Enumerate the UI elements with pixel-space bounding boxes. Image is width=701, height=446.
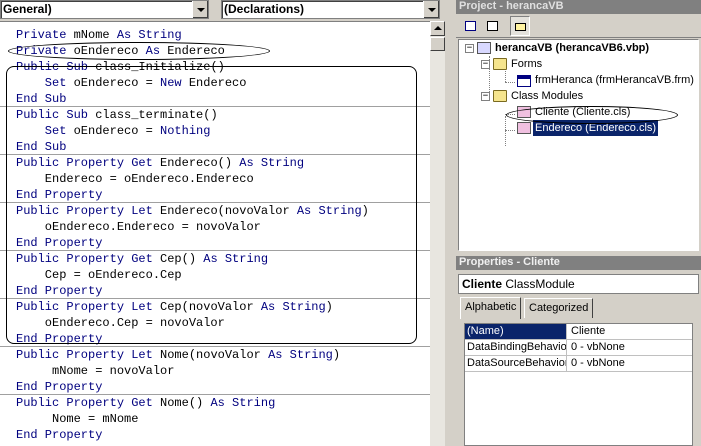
code-keyword: As String [210, 396, 276, 410]
property-name: DataBindingBehavior [467, 340, 567, 355]
property-value[interactable]: 0 - vbNone [569, 356, 692, 371]
code-text: Nome = mNome [16, 412, 139, 426]
property-value[interactable]: Cliente [569, 324, 692, 339]
tab-categorized[interactable]: Categorized [524, 298, 594, 318]
object-combo[interactable]: General) [0, 0, 209, 19]
project-explorer: Project - herancaVB − herancaVB (heranca… [456, 0, 701, 253]
scroll-up-arrow-icon[interactable] [430, 21, 445, 36]
property-name: (Name) [465, 324, 567, 339]
code-text: mNome = novoValor [16, 364, 175, 378]
code-keyword: Public Property Let [16, 348, 161, 362]
tree-guide [505, 82, 515, 83]
collapse-toggle[interactable]: − [481, 60, 490, 69]
tab-alphabetic[interactable]: Alphabetic [460, 297, 522, 319]
chevron-down-icon[interactable] [192, 1, 208, 18]
view-code-icon [465, 21, 476, 31]
vertical-scrollbar[interactable] [430, 21, 445, 446]
procedure-combo-value: (Declarations) [224, 2, 305, 16]
code-keyword: Private [16, 28, 74, 42]
property-value[interactable]: 0 - vbNone [569, 340, 692, 355]
object-name: Cliente [462, 277, 503, 291]
property-row[interactable]: DataBindingBehavior 0 - vbNone [465, 340, 692, 356]
folder-icon [493, 58, 507, 70]
collapse-toggle[interactable]: − [465, 44, 474, 53]
tree-guide [505, 68, 506, 82]
tree-item-form[interactable]: frmHeranca (frmHerancaVB.frm) [535, 72, 694, 88]
collapse-toggle[interactable]: − [481, 92, 490, 101]
view-object-icon [487, 21, 498, 31]
code-text: Nome() [160, 396, 211, 410]
project-toolbar [456, 14, 701, 38]
procedure-combo[interactable]: (Declarations) [221, 0, 440, 19]
procedure-separator [0, 346, 430, 347]
tree-guide [505, 130, 515, 131]
code-keyword: Public Property Get [16, 396, 161, 410]
code-line[interactable]: End Property [16, 427, 102, 443]
annotation-ellipse [8, 42, 270, 60]
property-row[interactable]: DataSourceBehavior 0 - vbNone [465, 356, 692, 372]
annotation-box [6, 66, 417, 344]
class-module-icon [517, 122, 531, 134]
project-explorer-title[interactable]: Project - herancaVB [456, 0, 701, 14]
object-selector[interactable]: Cliente ClassModule [458, 274, 699, 294]
view-object-button[interactable] [482, 16, 502, 36]
code-line[interactable]: mNome = novoValor [16, 363, 174, 379]
code-line[interactable]: Public Property Let Nome(novoValor As St… [16, 347, 340, 363]
property-row[interactable]: (Name) Cliente [465, 324, 692, 340]
project-tree[interactable]: − herancaVB (herancaVB6.vbp) − Forms frm… [458, 39, 699, 251]
properties-window: Properties - Cliente Cliente ClassModule… [456, 256, 701, 446]
property-grid[interactable]: (Name) Cliente DataBindingBehavior 0 - v… [464, 323, 693, 446]
code-line[interactable]: Private mNome As String [16, 27, 182, 43]
scroll-thumb[interactable] [430, 37, 445, 51]
code-line[interactable]: Public Property Get Nome() As String [16, 395, 275, 411]
project-icon [477, 42, 491, 54]
folder-icon [515, 23, 526, 31]
code-text: mNome [73, 28, 117, 42]
folder-icon [493, 90, 507, 102]
tree-item-class-folder[interactable]: Class Modules [511, 88, 583, 104]
tree-guide [505, 116, 506, 146]
code-window: General) (Declarations) Private mNome As… [0, 0, 445, 446]
procedure-separator [0, 394, 430, 395]
tree-item-forms-folder[interactable]: Forms [511, 56, 542, 72]
code-keyword: As String [268, 348, 333, 362]
object-type: ClassModule [505, 277, 575, 291]
code-line[interactable]: Nome = mNome [16, 411, 138, 427]
code-text: ) [332, 348, 341, 362]
code-keyword: As String [116, 28, 182, 42]
view-code-button[interactable] [460, 16, 480, 36]
property-name: DataSourceBehavior [467, 356, 567, 371]
tree-item-project[interactable]: herancaVB (herancaVB6.vbp) [495, 40, 649, 56]
toggle-folders-button[interactable] [510, 16, 530, 36]
code-keyword: End Property [16, 380, 103, 394]
form-icon [517, 75, 531, 87]
annotation-ellipse [506, 106, 678, 124]
properties-title[interactable]: Properties - Cliente [456, 256, 701, 270]
code-line[interactable]: End Property [16, 379, 102, 395]
chevron-down-icon[interactable] [423, 1, 439, 18]
code-text: Nome(novoValor [160, 348, 269, 362]
code-keyword: End Property [16, 428, 103, 442]
object-combo-value: General) [3, 2, 52, 16]
